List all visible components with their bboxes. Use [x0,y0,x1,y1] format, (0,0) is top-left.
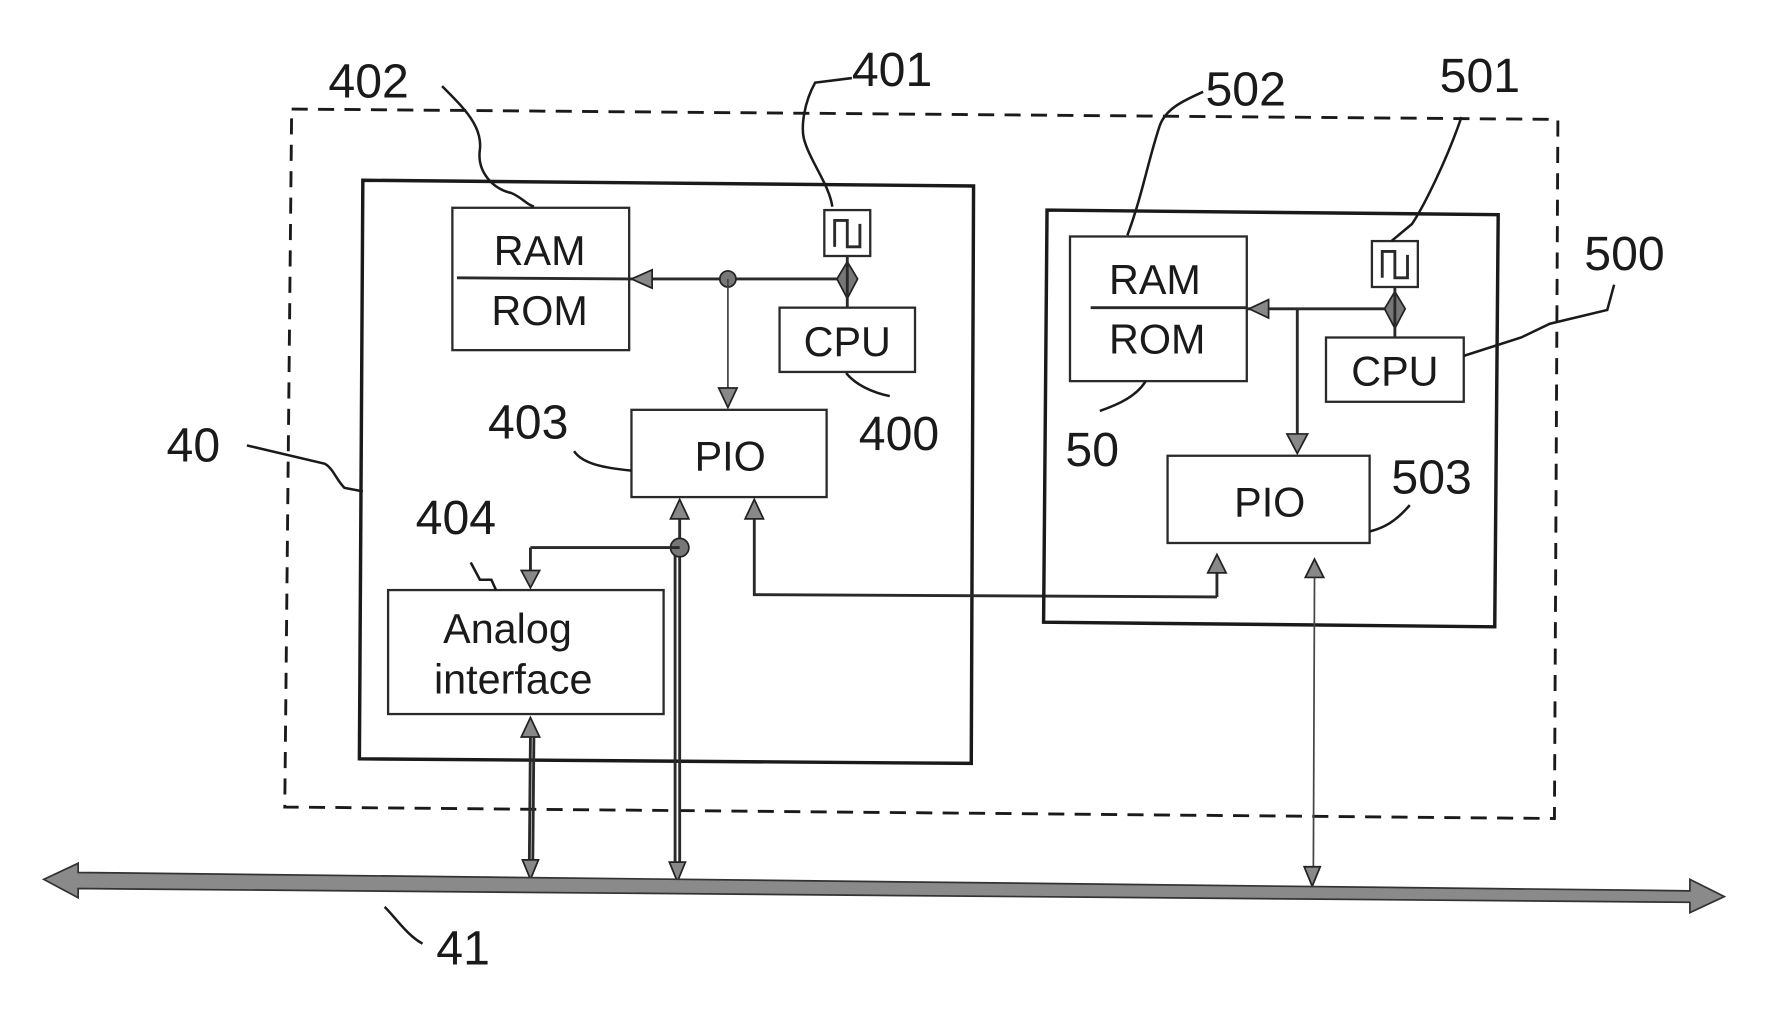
ref-40: 40 [167,418,221,472]
ref-402: 402 [328,55,408,109]
block-diagram: RAM ROM CPU PIO Analog interface RAM ROM… [41,43,1727,975]
arrow-down-bus-3 [1302,865,1322,889]
arrow-to-analog [519,569,542,590]
ref-501: 501 [1440,49,1520,103]
pio-label: PIO [1234,480,1305,526]
ref-503: 503 [1391,451,1471,505]
cpu-block-500: CPU [1324,336,1465,403]
ref-41: 41 [436,921,490,975]
arrow-up-pio-from-bus [1303,557,1326,579]
clock-501 [1370,239,1419,289]
analog-interface-404: Analog interface [386,588,665,716]
analog-label-line1: Analog [443,606,572,652]
system-bus-41 [41,861,1727,914]
clock-401 [823,208,872,258]
memory-rom-label: ROM [491,288,587,334]
memory-ram-label: RAM [494,228,586,274]
arrow-down-bus-1 [521,858,540,882]
reference-labels: 402 401 400 403 404 40 502 501 500 503 5… [167,43,1665,975]
arrow-to-pio [1285,433,1310,456]
arrow-up-pio-from-left [1206,552,1228,574]
ref-502: 502 [1205,63,1285,117]
arrow-to-memory [629,268,653,290]
ref-50: 50 [1065,423,1119,477]
analog-label-line2: interface [434,656,592,702]
arrow-to-pio [717,387,739,410]
pio-block-403: PIO [630,408,828,499]
memory-rom-label: ROM [1109,317,1205,363]
module-50: RAM ROM CPU PIO [1041,208,1500,871]
cpu-label: CPU [804,319,891,365]
ref-400: 400 [859,407,939,461]
pio-block-503: PIO [1166,454,1371,545]
cpu-label: CPU [1351,349,1438,395]
arrow-up-pio-1 [669,497,691,520]
ref-500: 500 [1584,227,1664,281]
arrow-to-memory [1247,298,1270,320]
arrow-up-analog [519,715,541,738]
arrow-up-pio-2 [743,497,765,520]
ref-403: 403 [488,396,568,450]
pio-label: PIO [695,434,766,480]
ref-401: 401 [852,43,932,97]
cpu-block-400: CPU [778,306,917,374]
memory-ram-label: RAM [1109,257,1201,303]
memory-block-502: RAM ROM [1068,235,1248,383]
ref-404: 404 [416,491,496,545]
memory-block-402: RAM ROM [451,206,631,352]
